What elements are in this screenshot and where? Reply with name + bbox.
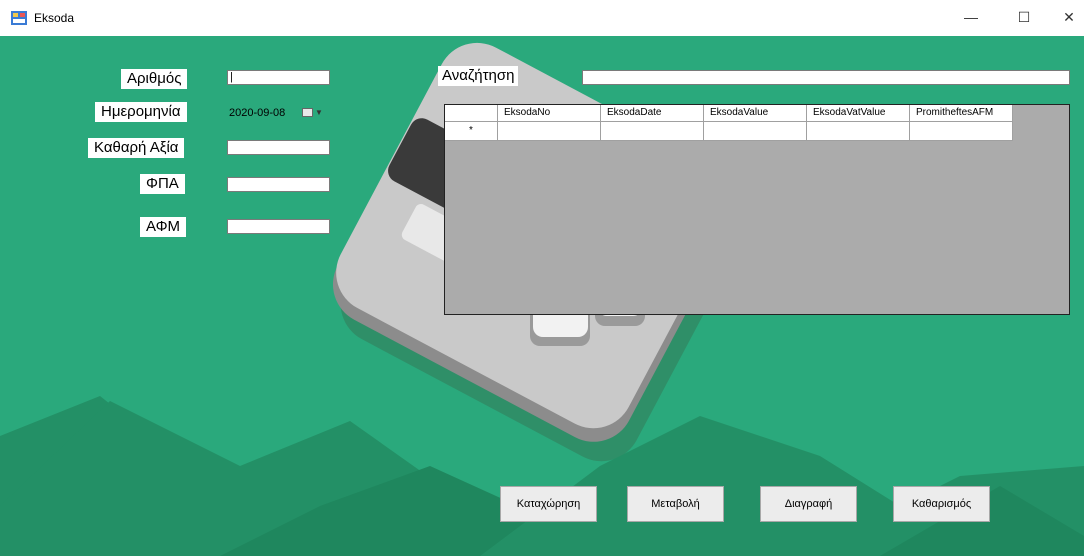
column-header-eksodavalue[interactable]: EksodaValue (704, 105, 807, 122)
insert-button[interactable]: Καταχώρηση (500, 486, 597, 522)
title-bar[interactable]: Eksoda — ☐ ✕ (0, 0, 1084, 36)
date-picker[interactable]: 2020-09-08 ▼ (227, 104, 331, 123)
column-header-eksodano[interactable]: EksodaNo (498, 105, 601, 122)
net-value-input[interactable] (227, 140, 330, 155)
column-header-eksodadate[interactable]: EksodaDate (601, 105, 704, 122)
grid-cell[interactable] (807, 122, 910, 141)
afm-input[interactable] (227, 219, 330, 234)
grid-header-row: EksodaNo EksodaDate EksodaValue EksodaVa… (445, 105, 1013, 122)
column-header-eksodavatvalue[interactable]: EksodaVatValue (807, 105, 910, 122)
grid-row-header-corner (445, 105, 498, 122)
calendar-icon (302, 108, 313, 117)
maximize-button[interactable]: ☐ (1001, 0, 1047, 34)
delete-button[interactable]: Διαγραφή (760, 486, 857, 522)
update-button[interactable]: Μεταβολή (627, 486, 724, 522)
vat-input[interactable] (227, 177, 330, 192)
minimize-button[interactable]: — (948, 0, 994, 34)
date-label: Ημερομηνία (95, 102, 187, 122)
afm-label: ΑΦΜ (140, 217, 187, 237)
chevron-down-icon: ▼ (315, 108, 323, 117)
grid-cell[interactable] (704, 122, 807, 141)
date-value: 2020-09-08 (229, 107, 286, 119)
vat-label: ΦΠΑ (140, 174, 185, 194)
net-value-label: Καθαρή Αξία (88, 138, 185, 158)
grid-new-row[interactable]: * (445, 122, 1013, 141)
form-client-area: Αριθμός | Ημερομηνία 2020-09-08 ▼ Καθαρή… (0, 36, 1084, 556)
search-input[interactable] (582, 70, 1070, 85)
grid-cell[interactable] (910, 122, 1013, 141)
arithmos-label: Αριθμός (121, 69, 188, 89)
arithmos-input[interactable]: | (227, 70, 330, 85)
close-button[interactable]: ✕ (1046, 0, 1084, 34)
app-window: Eksoda — ☐ ✕ Αριθμός | Ημερομηνία 2020-0… (0, 0, 1084, 556)
grid-cell[interactable] (601, 122, 704, 141)
search-label: Αναζήτηση (438, 66, 519, 86)
eksoda-data-grid[interactable]: EksodaNo EksodaDate EksodaValue EksodaVa… (444, 104, 1070, 315)
clear-button[interactable]: Καθαρισμός (893, 486, 990, 522)
app-icon (11, 11, 27, 25)
window-title: Eksoda (34, 11, 75, 25)
column-header-promitheftesafm[interactable]: PromitheftesAFM (910, 105, 1013, 122)
grid-cell[interactable] (498, 122, 601, 141)
new-row-marker: * (445, 122, 498, 141)
